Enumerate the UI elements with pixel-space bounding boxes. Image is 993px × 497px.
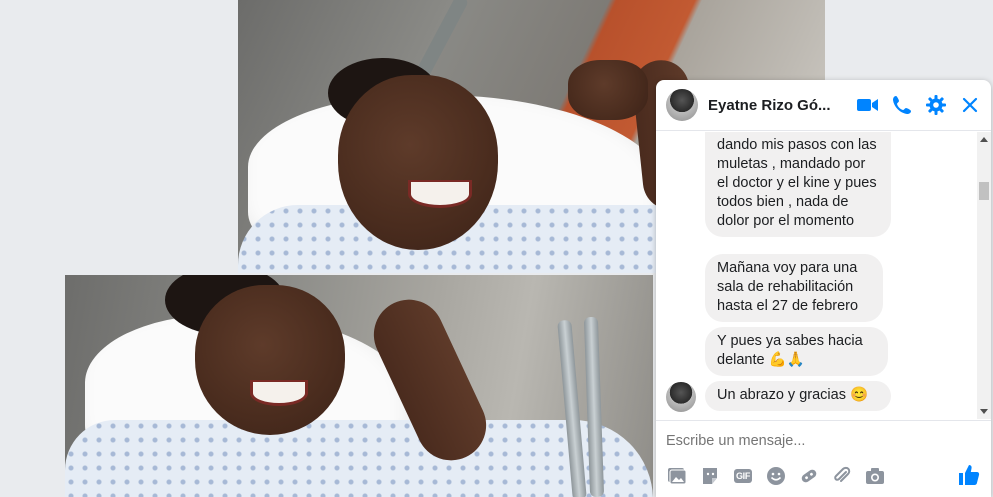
phone-icon[interactable] [891, 94, 913, 116]
smile [408, 180, 472, 208]
sticker-icon[interactable] [699, 465, 721, 487]
avatar[interactable] [666, 89, 698, 121]
message-bubble: Y pues ya sabes hacia delante 💪🙏 [705, 327, 888, 376]
camera-icon[interactable] [864, 465, 886, 487]
gif-icon[interactable]: GIF [732, 465, 754, 487]
attached-photo-bottom[interactable] [65, 275, 653, 497]
emoji-icon[interactable] [765, 465, 787, 487]
message-bubble: Mañana voy para una sala de rehabilitaci… [705, 254, 883, 322]
like-thumb-icon[interactable] [957, 463, 981, 487]
close-icon[interactable] [959, 94, 981, 116]
scroll-down-arrow-icon[interactable] [980, 409, 988, 414]
video-call-icon[interactable] [857, 94, 879, 116]
gear-icon[interactable] [925, 94, 947, 116]
contact-name[interactable]: Eyatne Rizo Gó... [708, 97, 838, 114]
message-bubble: Un abrazo y gracias 😊 [705, 381, 891, 411]
page: Eyatne Rizo Gó... dando mis pasos con la… [0, 0, 993, 497]
message-bubble: dando mis pasos con las muletas , mandad… [705, 132, 891, 237]
scrollbar[interactable] [977, 132, 991, 419]
face [338, 75, 498, 250]
composer-tools: GIF [666, 465, 886, 487]
scroll-up-arrow-icon[interactable] [980, 137, 988, 142]
attachment-icon[interactable] [831, 465, 853, 487]
face [195, 285, 345, 435]
smile [250, 380, 308, 406]
chat-window: Eyatne Rizo Gó... dando mis pasos con la… [656, 80, 991, 497]
scroll-thumb[interactable] [979, 182, 989, 200]
hospital-gown [65, 420, 653, 497]
chat-header: Eyatne Rizo Gó... [656, 80, 991, 131]
avatar[interactable] [666, 382, 696, 412]
photo-icon[interactable] [666, 465, 688, 487]
composer: GIF [656, 420, 991, 497]
header-actions [857, 94, 981, 116]
message-input[interactable] [666, 433, 966, 449]
fist [568, 60, 648, 120]
message-list: dando mis pasos con las muletas , mandad… [656, 132, 977, 419]
games-icon[interactable] [798, 465, 820, 487]
